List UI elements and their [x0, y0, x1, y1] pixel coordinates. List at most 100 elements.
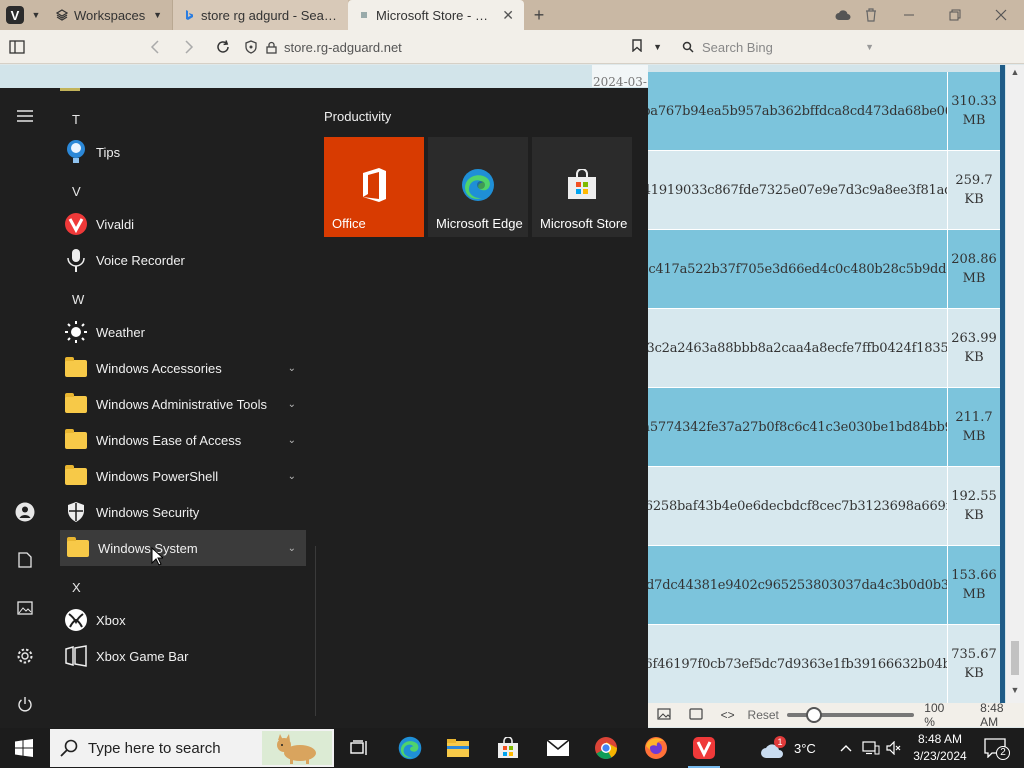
lock-icon[interactable] — [264, 40, 278, 54]
weather-widget[interactable]: 1 3°C — [758, 728, 816, 768]
folder-icon — [62, 354, 90, 382]
scroll-down-icon[interactable]: ▼ — [1006, 685, 1024, 695]
mouse-cursor-icon — [151, 546, 165, 571]
app-windows-security[interactable]: Windows Security — [60, 494, 306, 530]
bookmark-icon[interactable] — [632, 39, 642, 55]
app-windows-powershell[interactable]: Windows PowerShell ⌄ — [60, 458, 306, 494]
letter-header-w[interactable]: W — [72, 292, 84, 307]
app-tips[interactable]: Tips — [60, 134, 306, 170]
app-xbox-game-bar[interactable]: Xbox Game Bar — [60, 638, 306, 674]
tile-microsoft-store[interactable]: Microsoft Store — [532, 137, 632, 237]
taskbar-file-explorer-button[interactable] — [434, 728, 482, 768]
taskbar-chrome-button[interactable] — [582, 728, 630, 768]
close-tab-icon[interactable]: ✕ — [502, 7, 514, 24]
user-account-icon[interactable] — [0, 492, 50, 532]
app-windows-ease-of-access[interactable]: Windows Ease of Access ⌄ — [60, 422, 306, 458]
action-center-button[interactable]: 2 — [980, 734, 1010, 762]
close-window-button[interactable] — [978, 0, 1024, 30]
app-voice-recorder[interactable]: Voice Recorder — [60, 242, 306, 278]
taskbar-vivaldi-button[interactable] — [680, 728, 728, 768]
table-row: a5774342fe37a27b0f8c6c41c3e030be1bd84bb9… — [648, 388, 1000, 467]
app-name: Windows Administrative Tools — [96, 396, 267, 412]
search-dropdown-icon[interactable]: ▼ — [865, 42, 874, 52]
search-field[interactable]: Search Bing ▼ — [676, 36, 882, 58]
taskbar-mail-button[interactable] — [534, 728, 582, 768]
network-icon[interactable] — [862, 728, 880, 768]
show-hidden-icons-button[interactable] — [840, 728, 852, 768]
taskbar-search-box[interactable]: Type here to search — [50, 729, 334, 767]
app-name: Windows System — [98, 540, 198, 556]
sha1-cell: 6f46197f0cb73ef5dc7d9363e1fb39166632b04b — [648, 625, 948, 703]
app-windows-system[interactable]: Windows System ⌄ — [60, 530, 306, 566]
xbox-icon — [62, 606, 90, 634]
settings-gear-icon[interactable] — [0, 636, 50, 676]
tile-office[interactable]: Office — [324, 137, 424, 237]
workspaces-icon — [56, 9, 68, 21]
app-windows-administrative-tools[interactable]: Windows Administrative Tools ⌄ — [60, 386, 306, 422]
size-cell: 310.33 MB — [951, 94, 997, 128]
reload-button[interactable] — [206, 30, 240, 64]
app-windows-accessories[interactable]: Windows Accessories ⌄ — [60, 350, 306, 386]
restore-button[interactable] — [932, 0, 978, 30]
folder-icon — [62, 426, 90, 454]
documents-icon[interactable] — [0, 540, 50, 580]
edge-icon — [428, 165, 528, 205]
task-view-button[interactable] — [336, 728, 384, 768]
tab-label: store rg adgurd - Search — [201, 7, 338, 23]
table-row: 3d7dc44381e9402c965253803037da4c3b0d0b36… — [648, 546, 1000, 625]
image-toggle-icon[interactable] — [648, 707, 680, 723]
shield-icon[interactable] — [244, 40, 258, 54]
taskbar-firefox-button[interactable] — [632, 728, 680, 768]
app-name: Windows PowerShell — [96, 468, 219, 484]
weather-temperature: 3°C — [794, 740, 816, 756]
bing-favicon-icon — [186, 10, 193, 20]
zoom-reset-button[interactable]: Reset — [748, 708, 779, 722]
power-icon[interactable] — [0, 684, 50, 724]
page-tiling-icon[interactable] — [680, 707, 712, 723]
page-favicon-icon — [361, 12, 367, 18]
url-dropdown-icon[interactable]: ▼ — [653, 42, 662, 52]
volume-icon[interactable] — [886, 728, 902, 768]
size-cell: 192.55 KB — [951, 489, 997, 523]
scroll-thumb[interactable] — [1011, 641, 1019, 675]
taskbar-store-button[interactable] — [484, 728, 532, 768]
taskbar-clock[interactable]: 8:48 AM 3/23/2024 — [908, 731, 972, 765]
vivaldi-menu-button[interactable]: V — [0, 0, 30, 30]
status-clock: 8:48 AM — [980, 701, 1004, 729]
panel-toggle-icon[interactable] — [0, 30, 34, 64]
tile-group-title[interactable]: Productivity — [324, 109, 391, 124]
forward-button[interactable] — [172, 30, 206, 64]
tab-microsoft-store[interactable]: Microsoft Store - Generation Project (v1… — [348, 0, 524, 30]
back-button[interactable] — [138, 30, 172, 64]
weather-alert-badge: 1 — [774, 736, 786, 748]
zoom-slider[interactable] — [786, 707, 915, 723]
workspaces-button[interactable]: Workspaces ▼ — [42, 0, 172, 30]
expand-menu-icon[interactable] — [0, 96, 50, 136]
zoom-slider-knob[interactable] — [805, 707, 822, 723]
chevron-down-icon: ⌄ — [287, 398, 296, 410]
tab-search[interactable]: store rg adgurd - Search — [172, 0, 348, 30]
task-view-icon — [350, 740, 367, 755]
pictures-icon[interactable] — [0, 588, 50, 628]
tile-microsoft-edge[interactable]: Microsoft Edge — [428, 137, 528, 237]
letter-header-v[interactable]: V — [72, 184, 81, 199]
menu-caret-icon[interactable]: ▼ — [30, 10, 42, 20]
page-scrollbar[interactable]: ▲ ▼ — [1006, 65, 1024, 703]
microphone-icon — [62, 246, 90, 274]
scroll-up-icon[interactable]: ▲ — [1006, 67, 1024, 77]
letter-header-t[interactable]: T — [72, 112, 80, 127]
app-weather[interactable]: Weather — [60, 314, 306, 350]
taskbar-edge-button[interactable] — [386, 728, 434, 768]
new-tab-button[interactable]: + — [524, 5, 554, 26]
app-xbox[interactable]: Xbox — [60, 602, 306, 638]
shield-icon — [62, 498, 90, 526]
store-bag-icon — [532, 165, 632, 205]
url-field[interactable]: store.rg-adguard.net ▼ — [244, 36, 668, 58]
folder-icon — [62, 462, 90, 490]
minimize-button[interactable] — [886, 0, 932, 30]
start-button[interactable] — [0, 728, 48, 768]
page-actions-icon[interactable]: <> — [712, 708, 744, 722]
letter-header-x[interactable]: X — [72, 580, 81, 595]
size-cell: 735.67 KB — [951, 647, 997, 681]
app-vivaldi[interactable]: Vivaldi — [60, 206, 306, 242]
